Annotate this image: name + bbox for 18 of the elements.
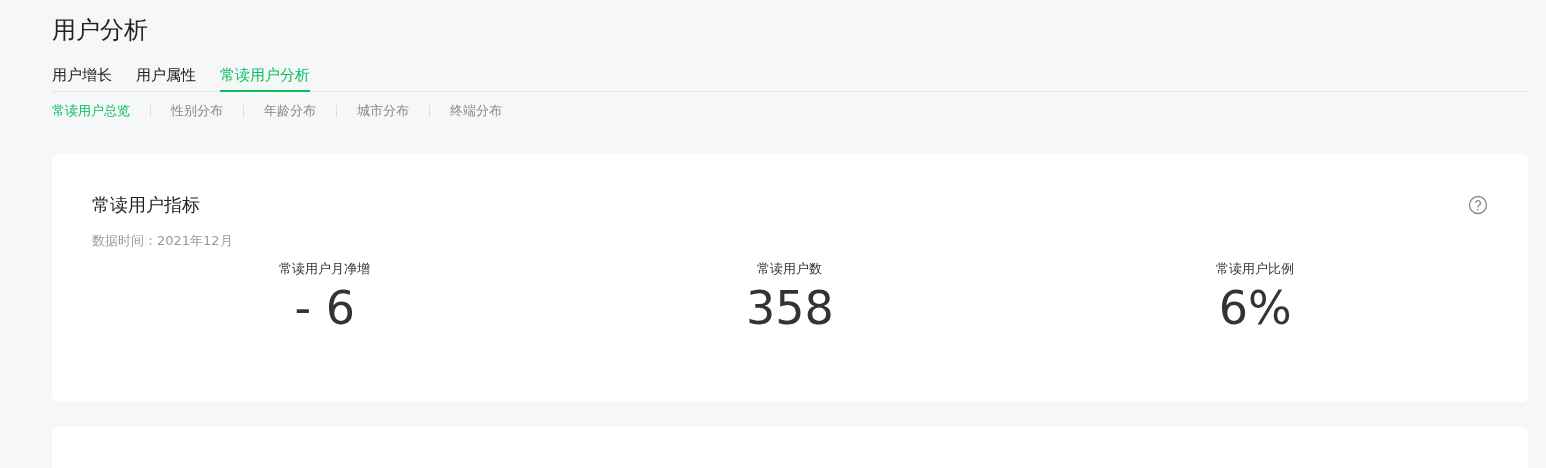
metric-label: 常读用户数 bbox=[757, 260, 823, 278]
tab[interactable]: 常读用户分析 bbox=[220, 64, 310, 92]
tab[interactable]: 用户属性 bbox=[136, 64, 196, 92]
sub-tab[interactable]: 城市分布 bbox=[357, 102, 409, 120]
page-title: 用户分析 bbox=[52, 15, 148, 46]
sub-tab[interactable]: 终端分布 bbox=[450, 102, 502, 120]
metric-value: 358 bbox=[746, 280, 834, 336]
metric-value: 6% bbox=[1218, 280, 1292, 336]
metric-value: - 6 bbox=[294, 280, 355, 336]
metric-label: 常读用户比例 bbox=[1216, 260, 1295, 278]
help-icon[interactable] bbox=[1468, 195, 1488, 215]
sub-tab[interactable]: 年龄分布 bbox=[264, 102, 316, 120]
metric-label: 常读用户月净增 bbox=[279, 260, 371, 278]
sub-tab[interactable]: 性别分布 bbox=[171, 102, 223, 120]
tab[interactable]: 用户增长 bbox=[52, 64, 112, 92]
data-time: 数据时间：2021年12月 bbox=[92, 232, 233, 250]
card-title: 常读用户指标 bbox=[92, 193, 200, 217]
sub-tab[interactable]: 常读用户总览 bbox=[52, 102, 130, 120]
